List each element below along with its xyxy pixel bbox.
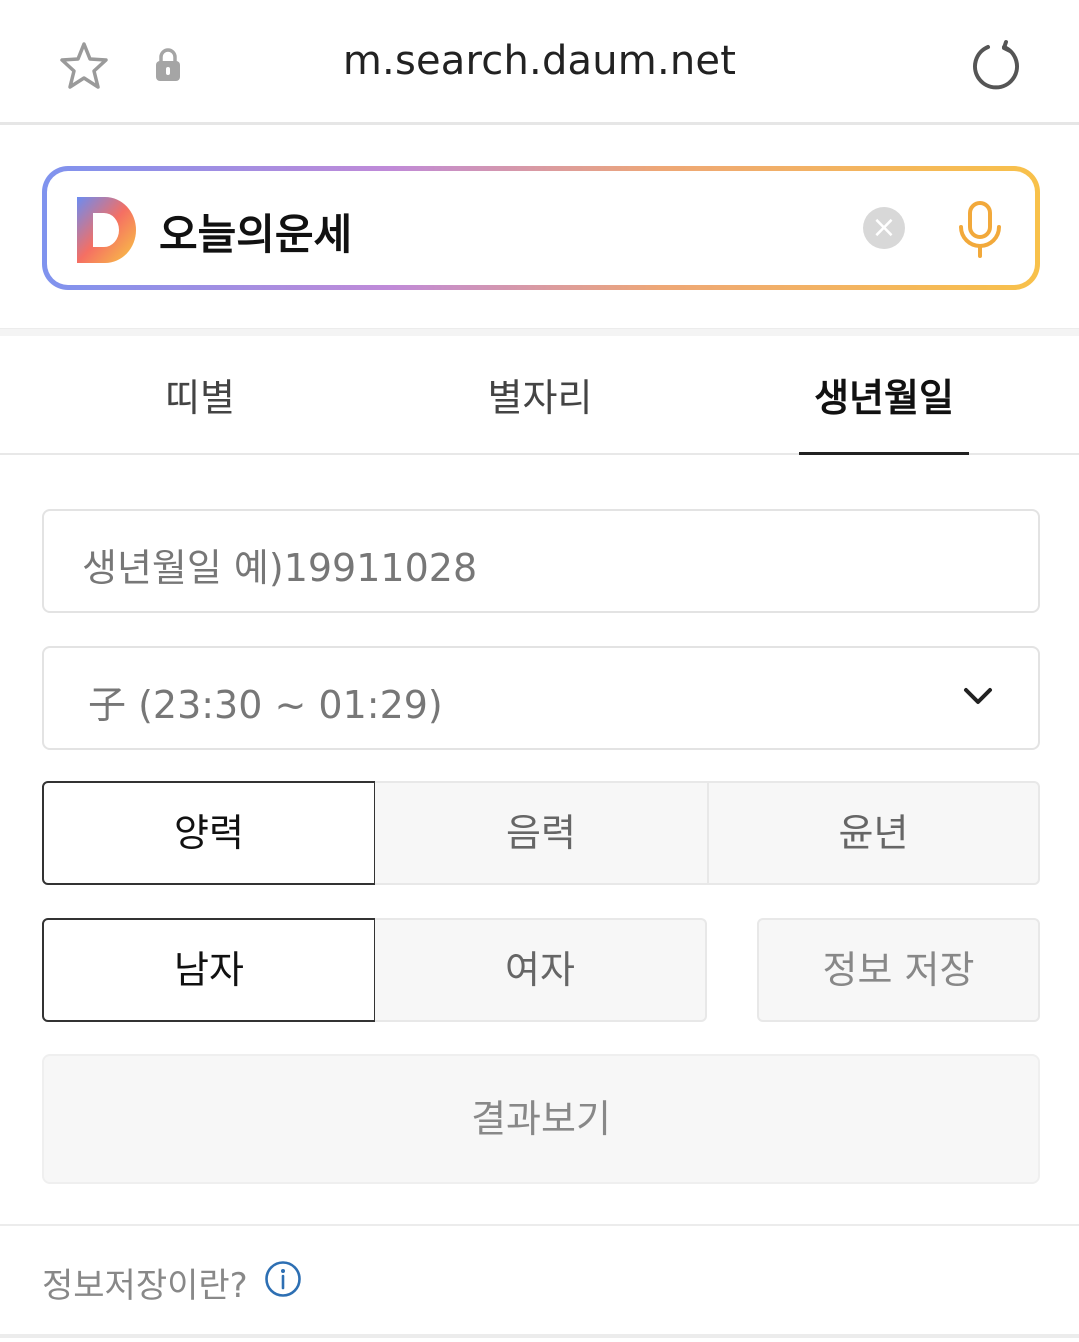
reload-icon[interactable] — [968, 38, 1024, 94]
tab-zodiac-animal[interactable]: 띠별 — [100, 367, 300, 422]
view-result-button[interactable]: 결과보기 — [42, 1054, 1040, 1184]
solar-calendar-option[interactable]: 양력 — [42, 781, 376, 885]
fortune-tabs: 띠별 별자리 생년월일 — [0, 337, 1079, 455]
save-info-button[interactable]: 정보 저장 — [757, 918, 1040, 1022]
search-box-inner: 오늘의운세 × — [47, 171, 1035, 285]
search-query[interactable]: 오늘의운세 — [159, 201, 352, 262]
browser-url-bar: m.search.daum.net — [0, 0, 1079, 125]
clear-search-button[interactable]: × — [863, 207, 905, 249]
tab-birthdate[interactable]: 생년월일 — [784, 367, 984, 422]
female-option[interactable]: 여자 — [375, 918, 707, 1022]
birthdate-input[interactable]: 생년월일 예)19911028 — [42, 509, 1040, 613]
active-tab-indicator — [799, 452, 969, 455]
male-option[interactable]: 남자 — [42, 918, 376, 1022]
microphone-icon[interactable] — [955, 199, 1005, 261]
daum-logo-icon — [77, 197, 136, 263]
search-box[interactable]: 오늘의운세 × — [42, 166, 1040, 290]
tab-constellation[interactable]: 별자리 — [440, 367, 640, 422]
birth-time-select[interactable]: 子 (23:30 ~ 01:29) — [42, 646, 1040, 750]
birthdate-placeholder: 생년월일 예)19911028 — [82, 546, 478, 590]
section-divider — [0, 1224, 1079, 1226]
leap-month-option[interactable]: 윤년 — [707, 781, 1040, 885]
birth-time-value: 子 (23:30 ~ 01:29) — [88, 683, 443, 727]
lunar-calendar-option[interactable]: 음력 — [375, 781, 709, 885]
info-icon[interactable] — [264, 1260, 302, 1298]
save-info-help-text[interactable]: 정보저장이란? — [42, 1258, 248, 1308]
bottom-divider — [0, 1334, 1079, 1338]
section-divider — [0, 328, 1079, 336]
chevron-down-icon — [964, 688, 992, 704]
url-text[interactable]: m.search.daum.net — [0, 38, 1079, 84]
